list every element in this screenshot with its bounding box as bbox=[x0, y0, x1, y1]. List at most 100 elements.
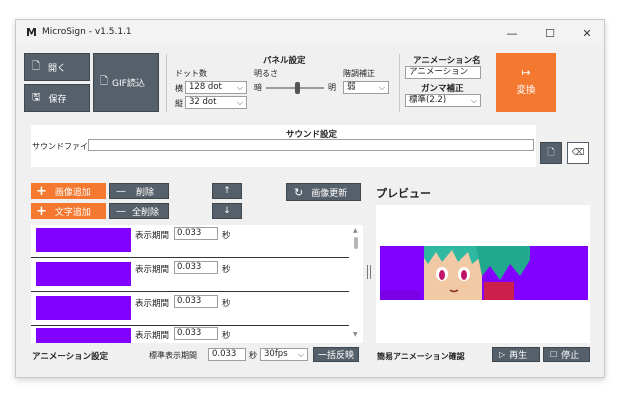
delete-all-label: 全削除 bbox=[132, 207, 160, 218]
duration-input[interactable]: 0.033 bbox=[174, 295, 218, 308]
preview-image bbox=[380, 246, 588, 300]
apply-all-button[interactable]: 一括反映 bbox=[313, 347, 359, 362]
list-item[interactable]: 表示期間 0.033 秒 bbox=[31, 325, 349, 343]
chevron-down-icon: ⌵ bbox=[378, 83, 385, 92]
duration-unit: 秒 bbox=[222, 299, 231, 309]
maximize-button[interactable]: ☐ bbox=[531, 20, 569, 46]
scroll-down-icon: ▼ bbox=[353, 331, 358, 338]
duration-label: 表示期間 bbox=[135, 231, 170, 241]
maximize-icon: ☐ bbox=[545, 26, 555, 40]
standard-duration-unit: 秒 bbox=[249, 351, 257, 360]
convert-button[interactable]: ↦ 変換 bbox=[496, 53, 556, 112]
open-button[interactable]: 🗋 開く bbox=[24, 53, 90, 81]
gif-import-button[interactable]: 🗋 GIF読込 bbox=[93, 53, 159, 112]
stop-label: 停止 bbox=[561, 351, 580, 361]
delete-all-button[interactable]: — 全削除 bbox=[109, 203, 169, 219]
save-button[interactable]: 🖫 保存 bbox=[24, 84, 90, 112]
bright-label: 明 bbox=[328, 83, 336, 92]
chevron-down-icon: ⌵ bbox=[297, 350, 304, 359]
height-select[interactable]: 32 dot ⌵ bbox=[185, 96, 247, 109]
gif-import-label: GIF読込 bbox=[112, 79, 145, 89]
tone-correction-value: 弱 bbox=[347, 82, 356, 92]
scrollbar-thumb[interactable] bbox=[354, 237, 358, 249]
duration-input[interactable]: 0.033 bbox=[174, 261, 218, 274]
frame-list: 表示期間 0.033 秒 表示期間 0.033 秒 表示期間 0.033 秒 表… bbox=[31, 225, 363, 343]
frame-thumbnail bbox=[36, 228, 131, 252]
fps-select[interactable]: 30fps ⌵ bbox=[260, 348, 308, 361]
app-window: M MicroSign - v1.5.1.1 — ☐ ✕ 🗋 開く 🖫 保存 🗋… bbox=[15, 19, 605, 378]
brightness-slider-thumb[interactable] bbox=[295, 82, 301, 94]
frame-thumbnail bbox=[36, 328, 131, 343]
dots-label: ドット数 bbox=[175, 69, 207, 78]
width-value: 128 dot bbox=[189, 82, 222, 92]
frame-thumbnail bbox=[36, 296, 131, 320]
chevron-down-icon: ⌵ bbox=[470, 96, 477, 105]
standard-duration-input[interactable]: 0.033 bbox=[208, 348, 246, 361]
file-icon: 🗋 bbox=[32, 60, 41, 72]
arrow-down-icon: ↓ bbox=[223, 206, 231, 216]
height-value: 32 dot bbox=[189, 97, 217, 107]
add-image-button[interactable]: + 画像追加 bbox=[31, 183, 106, 199]
add-text-label: 文字追加 bbox=[54, 207, 91, 218]
duration-input[interactable]: 0.033 bbox=[174, 327, 218, 340]
preview-heading: プレビュー bbox=[376, 187, 431, 200]
duration-label: 表示期間 bbox=[135, 265, 170, 275]
minimize-icon: — bbox=[506, 26, 518, 40]
close-button[interactable]: ✕ bbox=[568, 20, 604, 46]
refresh-images-button[interactable]: ↻ 画像更新 bbox=[286, 183, 361, 201]
play-icon: ▷ bbox=[499, 350, 506, 359]
minus-icon: — bbox=[116, 205, 126, 217]
save-icon: 🖫 bbox=[32, 91, 41, 103]
width-select[interactable]: 128 dot ⌵ bbox=[185, 81, 247, 94]
open-label: 開く bbox=[48, 63, 67, 74]
panel-settings-heading: パネル設定 bbox=[263, 56, 306, 66]
move-down-button[interactable]: ↓ bbox=[212, 203, 242, 219]
animation-name-heading: アニメーション名 bbox=[413, 56, 481, 66]
frame-thumbnail bbox=[36, 262, 131, 286]
play-button[interactable]: ▷ 再生 bbox=[492, 347, 540, 362]
minus-icon: — bbox=[116, 185, 126, 197]
dark-label: 暗 bbox=[254, 83, 262, 92]
duration-unit: 秒 bbox=[222, 265, 231, 275]
duration-unit: 秒 bbox=[222, 331, 231, 341]
window-title: MicroSign - v1.5.1.1 bbox=[42, 27, 132, 37]
list-item[interactable]: 表示期間 0.033 秒 bbox=[31, 293, 349, 326]
animation-name-input[interactable]: アニメーション bbox=[405, 66, 481, 79]
sound-open-button[interactable]: 🗋 bbox=[540, 142, 562, 164]
app-logo-icon: M bbox=[26, 26, 37, 39]
divider bbox=[399, 54, 400, 112]
close-icon: ✕ bbox=[582, 26, 592, 40]
arrow-up-icon: ↑ bbox=[223, 186, 231, 196]
refresh-images-label: 画像更新 bbox=[311, 188, 348, 199]
preview-panel bbox=[376, 205, 590, 343]
gamma-select[interactable]: 標準(2.2) ⌵ bbox=[405, 94, 481, 107]
duration-label: 表示期間 bbox=[135, 331, 170, 341]
add-text-button[interactable]: + 文字追加 bbox=[31, 203, 106, 219]
sound-file-input[interactable] bbox=[88, 139, 534, 151]
move-up-button[interactable]: ↑ bbox=[212, 183, 242, 199]
convert-arrow-icon: ↦ bbox=[521, 66, 531, 79]
duration-label: 表示期間 bbox=[135, 299, 170, 309]
frame-list-scrollbar[interactable]: ▲ ▼ bbox=[351, 227, 361, 341]
duration-input[interactable]: 0.033 bbox=[174, 227, 218, 240]
eraser-icon: ⌫ bbox=[571, 148, 585, 158]
sound-file-label: サウンドファイル bbox=[32, 142, 96, 151]
title-bar: M MicroSign - v1.5.1.1 — ☐ ✕ bbox=[16, 20, 604, 46]
splitter-handle[interactable] bbox=[367, 265, 371, 279]
brightness-label: 明るさ bbox=[254, 69, 278, 78]
list-item[interactable]: 表示期間 0.033 秒 bbox=[31, 259, 349, 292]
animation-settings-heading: アニメーション設定 bbox=[32, 352, 109, 362]
tone-correction-select[interactable]: 弱 ⌵ bbox=[343, 81, 389, 94]
add-image-label: 画像追加 bbox=[54, 187, 91, 198]
plus-icon: + bbox=[36, 183, 47, 199]
brightness-slider[interactable] bbox=[266, 82, 324, 94]
list-item[interactable]: 表示期間 0.033 秒 bbox=[31, 225, 349, 258]
delete-button[interactable]: — 削除 bbox=[109, 183, 169, 199]
apply-all-label: 一括反映 bbox=[317, 351, 354, 361]
fps-value: 30fps bbox=[264, 349, 288, 359]
stop-button[interactable]: ☐ 停止 bbox=[543, 347, 590, 362]
scroll-up-icon: ▲ bbox=[353, 227, 358, 234]
standard-duration-label: 標準表示期間 bbox=[149, 351, 197, 360]
minimize-button[interactable]: — bbox=[493, 20, 531, 46]
sound-clear-button[interactable]: ⌫ bbox=[567, 142, 589, 164]
